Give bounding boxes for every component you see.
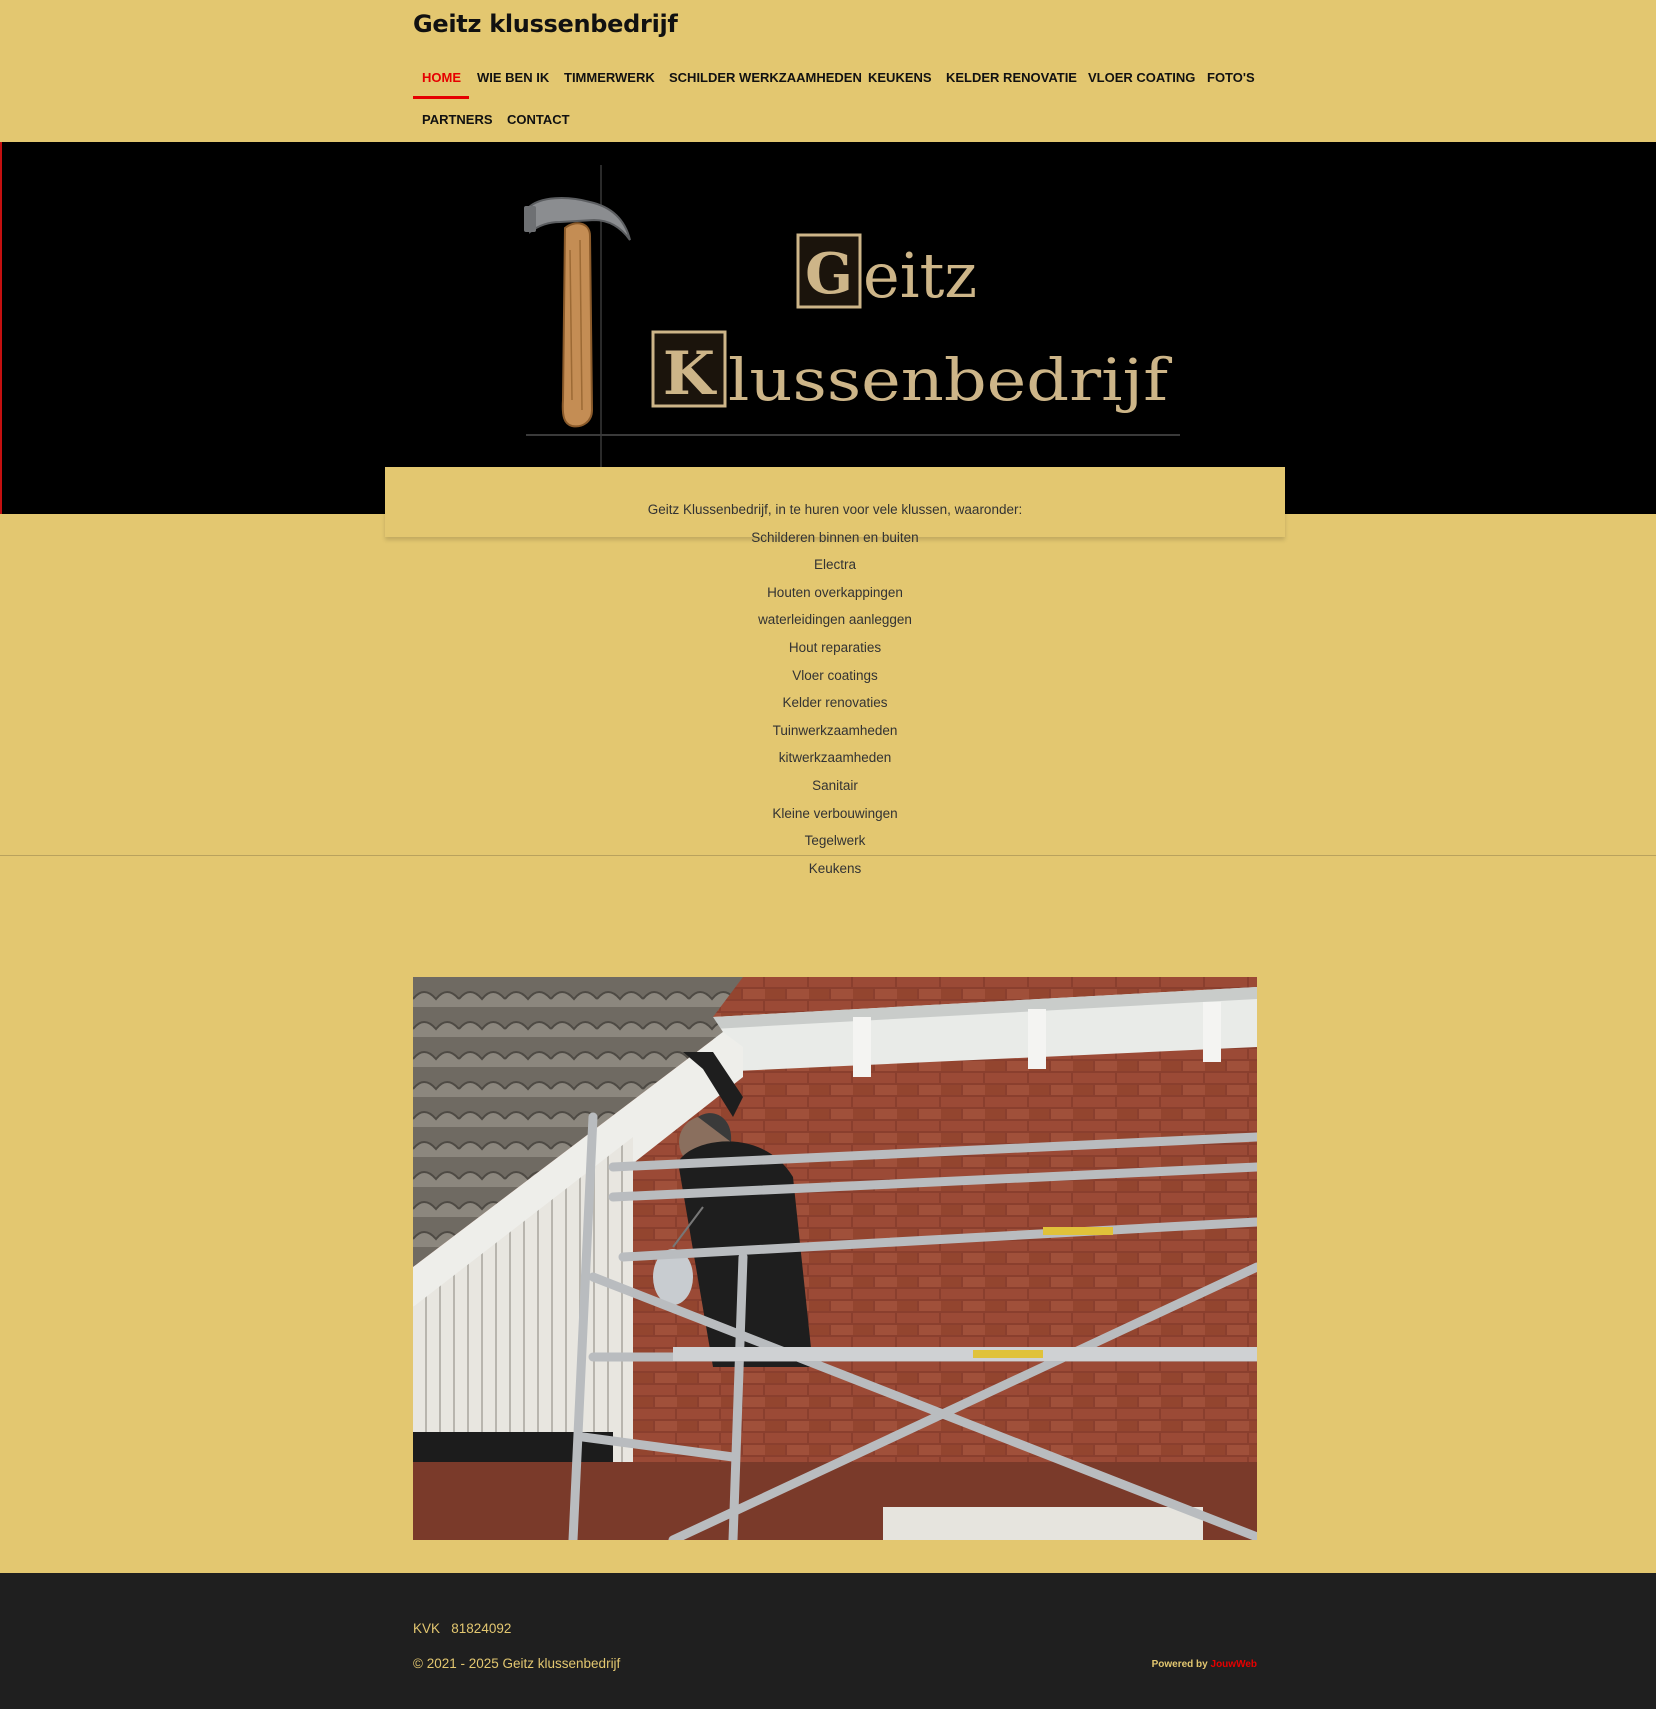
services-intro: Geitz Klussenbedrijf, in te huren voor v… — [647, 502, 1023, 517]
hero-edge-accent — [0, 142, 2, 514]
worker-on-scaffolding-photo — [413, 977, 1257, 1540]
service-item: Hout reparaties — [788, 639, 882, 655]
site-footer — [0, 1573, 1656, 1709]
service-item: Schilderen binnen en buiten — [751, 529, 919, 545]
service-item: Kleine verbouwingen — [772, 805, 898, 821]
service-item: waterleidingen aanleggen — [758, 612, 912, 628]
powered-brand-link[interactable]: JouwWeb — [1211, 1659, 1257, 1670]
service-item: Vloer coatings — [792, 667, 878, 683]
hammer-icon — [524, 197, 631, 428]
service-item: Sanitair — [812, 777, 858, 793]
section-divider — [0, 855, 1656, 856]
nav-fotos[interactable]: FOTO'S — [1207, 70, 1255, 85]
nav-contact[interactable]: CONTACT — [507, 112, 570, 127]
nav-kelder-renovatie[interactable]: KELDER RENOVATIE — [946, 70, 1077, 85]
nav-vloer-coating[interactable]: VLOER COATING — [1088, 70, 1195, 85]
nav-partners[interactable]: PARTNERS — [422, 112, 493, 127]
nav-home[interactable]: HOME — [422, 70, 461, 85]
footer-copyright: © 2021 - 2025 Geitz klussenbedrijf — [413, 1656, 621, 1671]
service-item: Electra — [813, 557, 857, 573]
services-list: Geitz Klussenbedrijf, in te huren voor v… — [385, 500, 1285, 886]
service-item: Houten overkappingen — [767, 584, 903, 600]
nav-wie-ben-ik[interactable]: WIE BEN IK — [477, 70, 549, 85]
kvk-label: KVK — [413, 1621, 441, 1636]
site-title[interactable]: Geitz klussenbedrijf — [413, 10, 678, 38]
kvk-number: 81824092 — [451, 1621, 512, 1636]
service-item: kitwerkzaamheden — [778, 750, 892, 766]
service-item: Tuinwerkzaamheden — [772, 722, 898, 738]
powered-label: Powered by — [1151, 1659, 1208, 1670]
service-item: Keukens — [808, 860, 862, 876]
logo-word-geitz: eitz — [863, 239, 977, 312]
nav-timmerwerk[interactable]: TIMMERWERK — [564, 70, 655, 85]
logo-initial-g: G — [805, 241, 853, 307]
logo-initial-k: K — [663, 339, 717, 409]
service-item: Kelder renovaties — [782, 695, 888, 711]
nav-active-indicator — [413, 96, 469, 99]
footer-kvk: KVK 81824092 — [413, 1621, 511, 1636]
footer-powered-by: Powered by JouwWeb — [1152, 1659, 1257, 1670]
hero-logo: G eitz K lussenbedrijf — [524, 165, 1180, 468]
logo-word-klussenbedrijf: lussenbedrijf — [728, 346, 1172, 414]
site-header: Geitz klussenbedrijf HOME WIE BEN IK TIM… — [0, 0, 1656, 142]
nav-schilder-werkzaamheden[interactable]: SCHILDER WERKZAAMHEDEN — [669, 70, 862, 85]
nav-keukens[interactable]: KEUKENS — [868, 70, 932, 85]
